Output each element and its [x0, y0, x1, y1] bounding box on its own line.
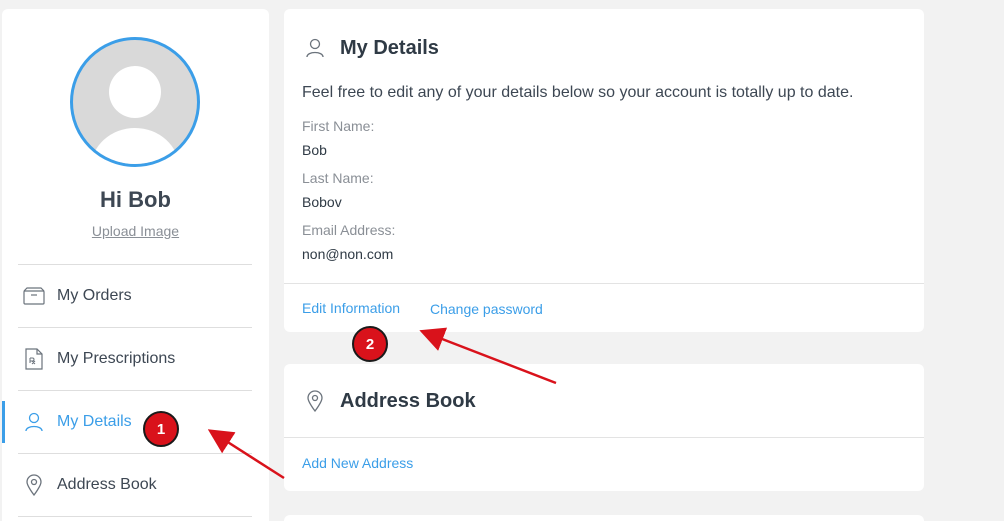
email-label: Email Address: — [302, 222, 396, 238]
user-icon — [304, 36, 326, 60]
avatar[interactable] — [70, 37, 200, 167]
sidebar-item-label: Address Book — [57, 476, 157, 493]
section-title: Address Book — [340, 389, 476, 412]
user-silhouette-icon — [91, 66, 179, 164]
card-title-my-details: My Details — [304, 36, 439, 60]
first-name-label: First Name: — [302, 118, 375, 134]
edit-information-link[interactable]: Edit Information — [302, 300, 400, 316]
user-icon — [23, 410, 45, 434]
sidebar-item-label: My Prescriptions — [57, 350, 176, 367]
annotation-badge-2: 2 — [352, 326, 388, 362]
sidebar-item-label: My Details — [57, 413, 132, 430]
active-indicator — [2, 401, 5, 443]
account-sidebar: Hi Bob Upload Image My Orders My Prescri… — [2, 9, 269, 521]
add-new-address-link[interactable]: Add New Address — [302, 455, 413, 471]
card-title-address-book: Address Book — [304, 389, 476, 413]
address-book-card: Address Book Add New Address — [284, 364, 924, 491]
last-name-label: Last Name: — [302, 170, 374, 186]
sidebar-item-my-orders[interactable]: My Orders — [18, 264, 252, 327]
details-intro: Feel free to edit any of your details be… — [302, 84, 854, 101]
box-icon — [23, 284, 45, 308]
my-details-card: My Details Feel free to edit any of your… — [284, 9, 924, 332]
first-name-value: Bob — [302, 142, 327, 158]
location-pin-icon — [304, 389, 326, 413]
upload-image-link[interactable]: Upload Image — [2, 223, 269, 239]
sidebar-item-address-book[interactable]: Address Book — [18, 453, 252, 516]
card-divider — [284, 437, 924, 438]
annotation-badge-1: 1 — [143, 411, 179, 447]
prescription-icon — [23, 347, 45, 371]
page-title: My Details — [340, 36, 439, 59]
greeting: Hi Bob — [100, 187, 171, 212]
sidebar-item-my-prescriptions[interactable]: My Prescriptions — [18, 327, 252, 390]
email-value: non@non.com — [302, 246, 394, 262]
next-card — [284, 515, 924, 521]
card-divider — [284, 283, 924, 284]
change-password-link[interactable]: Change password — [430, 301, 543, 317]
sidebar-divider-bottom — [18, 516, 252, 517]
location-pin-icon — [23, 473, 45, 497]
sidebar-item-label: My Orders — [57, 287, 132, 304]
sidebar-nav: My Orders My Prescriptions My Details Ad… — [2, 264, 252, 517]
last-name-value: Bobov — [302, 194, 342, 210]
sidebar-item-my-details[interactable]: My Details — [2, 390, 252, 453]
